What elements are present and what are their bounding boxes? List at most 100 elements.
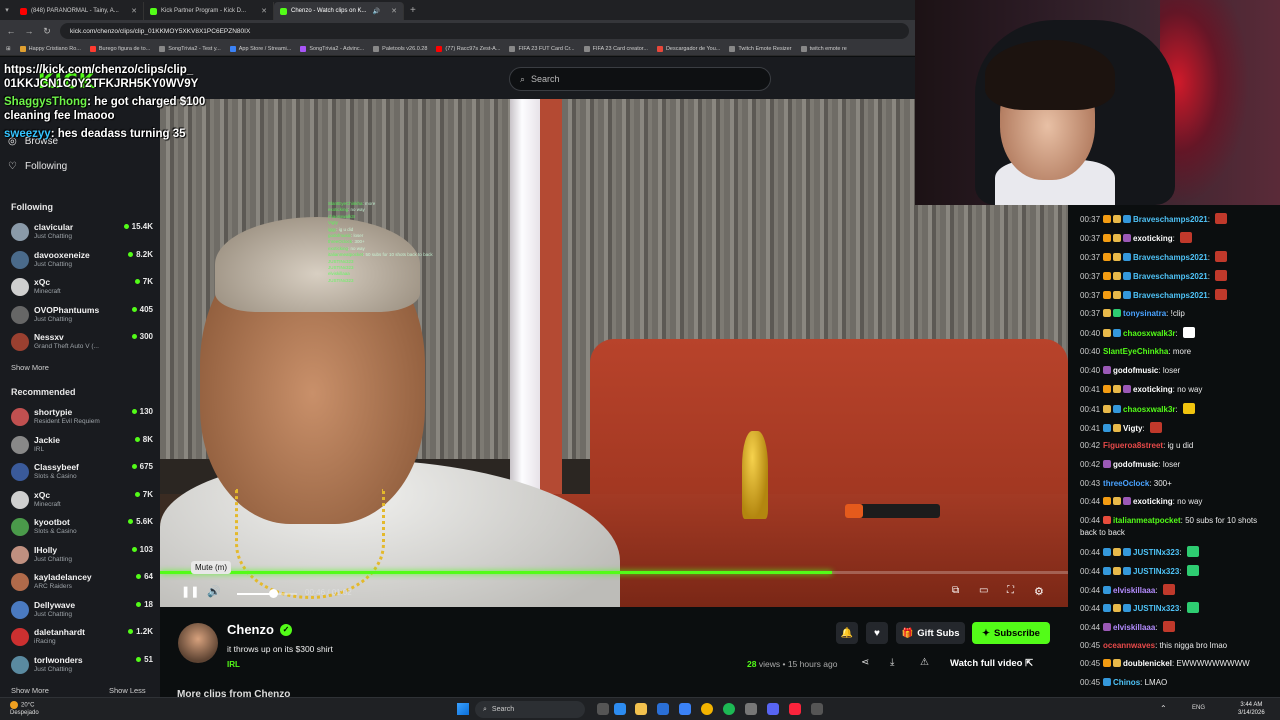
sidebar-channel-kyootbot[interactable]: kyootbot Slots & Casino 5.6K [11, 516, 153, 540]
chat-username[interactable]: chaosxwalk3r [1123, 405, 1175, 414]
sidebar-channel-xqc[interactable]: xQc Minecraft 7K [11, 276, 153, 300]
sidebar-channel-torlwonders[interactable]: torlwonders Just Chatting 51 [11, 654, 153, 678]
sidebar-channel-jackie[interactable]: Jackie IRL 8K [11, 434, 153, 458]
browser-tab-youtube[interactable]: (848) PARANORMAL - Tainy, A... ✕ [14, 2, 144, 20]
taskbar-search[interactable]: ⌕ Search [475, 701, 585, 718]
settings-gear-icon[interactable]: ⚙ [1034, 585, 1044, 598]
system-tray[interactable]: ⌃ [1160, 704, 1167, 713]
chat-username[interactable]: threeOclock [1103, 479, 1149, 488]
chat-username[interactable]: italianmeatpocket [1113, 516, 1181, 525]
chat-username[interactable]: Chinos [1113, 678, 1140, 687]
chat-username[interactable]: SlantEyeChinkha [1103, 347, 1168, 356]
sidebar-channel-nessxv[interactable]: Nessxv Grand Theft Auto V (... 300 [11, 331, 153, 355]
pause-icon[interactable]: ❚❚ [181, 585, 199, 598]
app-icon[interactable] [811, 703, 823, 715]
bookmark[interactable]: Paletools v26.0.28 [373, 45, 427, 52]
chat-username[interactable]: JUSTINx323 [1133, 548, 1179, 557]
discord-icon[interactable] [767, 703, 779, 715]
bookmark[interactable]: Burego figura de to... [89, 45, 150, 52]
chat-username[interactable]: elviskillaaa [1113, 586, 1155, 595]
new-tab-button[interactable]: + [404, 5, 422, 16]
forward-arrow-icon[interactable]: → [24, 26, 34, 36]
bookmark[interactable]: App Store / Streami... [229, 45, 291, 52]
volume-icon[interactable]: 🔊 [207, 585, 221, 598]
chat-username[interactable]: godofmusic [1113, 366, 1158, 375]
channel-avatar[interactable] [178, 623, 218, 663]
download-icon[interactable]: ⤓ [890, 657, 894, 668]
store-icon[interactable] [657, 703, 669, 715]
chat-username[interactable]: JUSTINx323 [1133, 567, 1179, 576]
bookmark[interactable]: Happy Cristiano Ro... [19, 45, 81, 52]
chat-username[interactable]: elviskillaaa [1113, 623, 1155, 632]
chat-username[interactable]: Braveschamps2021 [1133, 291, 1208, 300]
sidebar-item-following[interactable]: ♡ Following [8, 161, 67, 172]
sidebar-channel-ovophantuums[interactable]: OVOPhantuums Just Chatting 405 [11, 304, 153, 328]
sidebar-channel-clavicular[interactable]: clavicular Just Chatting 15.4K [11, 221, 153, 245]
bookmark[interactable]: twitch emote re [800, 45, 847, 52]
sidebar-channel-xqc[interactable]: xQc Minecraft 7K [11, 489, 153, 513]
bookmark[interactable]: SongTrivia2 - Test y... [159, 45, 221, 52]
sidebar-channel-shortypie[interactable]: shortypie Resident Evil Requiem 130 [11, 406, 153, 430]
edge-icon[interactable] [614, 703, 626, 715]
spotify-icon[interactable] [723, 703, 735, 715]
sidebar-channel-kayladelancey[interactable]: kayladelancey ARC Raiders 64 [11, 571, 153, 595]
bookmark[interactable]: FIFA 23 FUT Card Cr... [509, 45, 575, 52]
sidebar-channel-classybeef[interactable]: Classybeef Slots & Casino 675 [11, 461, 153, 485]
chat-username[interactable]: exoticking [1133, 385, 1173, 394]
show-less-button[interactable]: Show Less [109, 686, 146, 695]
chat-username[interactable]: Braveschamps2021 [1133, 253, 1208, 262]
fullscreen-icon[interactable]: ⛶ [1007, 585, 1014, 596]
clip-category[interactable]: IRL [227, 660, 240, 669]
speaker-icon[interactable]: 🔊 [372, 8, 379, 15]
task-view-icon[interactable] [597, 703, 609, 715]
theater-mode-icon[interactable]: ▭ [979, 585, 988, 596]
notification-bell-button[interactable]: 🔔 [836, 622, 858, 644]
close-icon[interactable]: ✕ [391, 7, 397, 15]
chrome-icon[interactable] [701, 703, 713, 715]
windows-start-icon[interactable] [457, 703, 469, 715]
reload-icon[interactable]: ↻ [42, 26, 52, 37]
chat-username[interactable]: Braveschamps2021 [1133, 215, 1208, 224]
browser-tab-kick-partner[interactable]: Kick Partner Program - Kick D... ✕ [144, 2, 274, 20]
sidebar-channel-daletanhardt[interactable]: daletanhardt iRacing 1.2K [11, 626, 153, 650]
subscribe-button[interactable]: ✦ Subscribe [972, 622, 1050, 644]
chat-username[interactable]: tonysinatra [1123, 309, 1166, 318]
search-input[interactable]: ⌕ Search [509, 67, 771, 91]
music-icon[interactable] [789, 703, 801, 715]
report-warning-icon[interactable]: ⚠ [920, 657, 929, 668]
bookmark[interactable]: Descargador de You... [656, 45, 720, 52]
channel-name[interactable]: Chenzo [227, 622, 274, 637]
bookmark[interactable]: FIFA 23 Card creator... [583, 45, 648, 52]
sidebar-channel-iholly[interactable]: IHolly Just Chatting 103 [11, 544, 153, 568]
chat-username[interactable]: JUSTINx323 [1133, 604, 1179, 613]
chat-username[interactable]: exoticking [1133, 497, 1173, 506]
miniplayer-icon[interactable]: ⧉ [952, 585, 959, 596]
chat-username[interactable]: oceannwaves [1103, 641, 1155, 650]
language-indicator[interactable]: ENG [1192, 705, 1205, 711]
volume-slider-handle[interactable] [269, 589, 278, 598]
chat-username[interactable]: exoticking [1133, 234, 1173, 243]
bookmark[interactable]: (77) Racc97s Zest-A... [436, 45, 500, 52]
obs-icon[interactable] [745, 703, 757, 715]
browser-tab-chenzo-clips[interactable]: Chenzo - Watch clips on K... 🔊 ✕ [274, 2, 404, 20]
chat-username[interactable]: godofmusic [1113, 460, 1158, 469]
mail-icon[interactable] [679, 703, 691, 715]
close-icon[interactable]: ✕ [261, 7, 267, 15]
show-more-button[interactable]: Show More [11, 363, 49, 372]
chat-username[interactable]: doublenickel [1123, 659, 1172, 668]
chat-username[interactable]: Braveschamps2021 [1133, 272, 1208, 281]
tab-search-icon[interactable]: ▾ [0, 6, 14, 14]
watch-full-video-link[interactable]: Watch full video ⇱ [950, 658, 1033, 669]
sidebar-channel-dellywave[interactable]: Dellywave Just Chatting 18 [11, 599, 153, 623]
chat-username[interactable]: Vigty [1123, 424, 1142, 433]
share-icon[interactable]: ⋖ [861, 657, 869, 668]
gift-subs-button[interactable]: 🎁 Gift Subs [896, 622, 965, 644]
chat-username[interactable]: Figueroa8street [1103, 441, 1163, 450]
follow-heart-button[interactable]: ♥ [866, 622, 888, 644]
bookmark[interactable]: SongTrivia2 - Advinc... [300, 45, 364, 52]
show-more-button[interactable]: Show More [11, 686, 49, 695]
taskbar-clock[interactable]: 3:44 AM 3/14/2026 [1238, 701, 1265, 717]
sidebar-channel-davooxeneize[interactable]: davooxeneize Just Chatting 8.2K [11, 249, 153, 273]
url-field[interactable]: kick.com/chenzo/clips/clip_01KKMOY5XKV8X… [60, 23, 909, 39]
apps-grid-icon[interactable]: ⊞ [6, 46, 11, 52]
